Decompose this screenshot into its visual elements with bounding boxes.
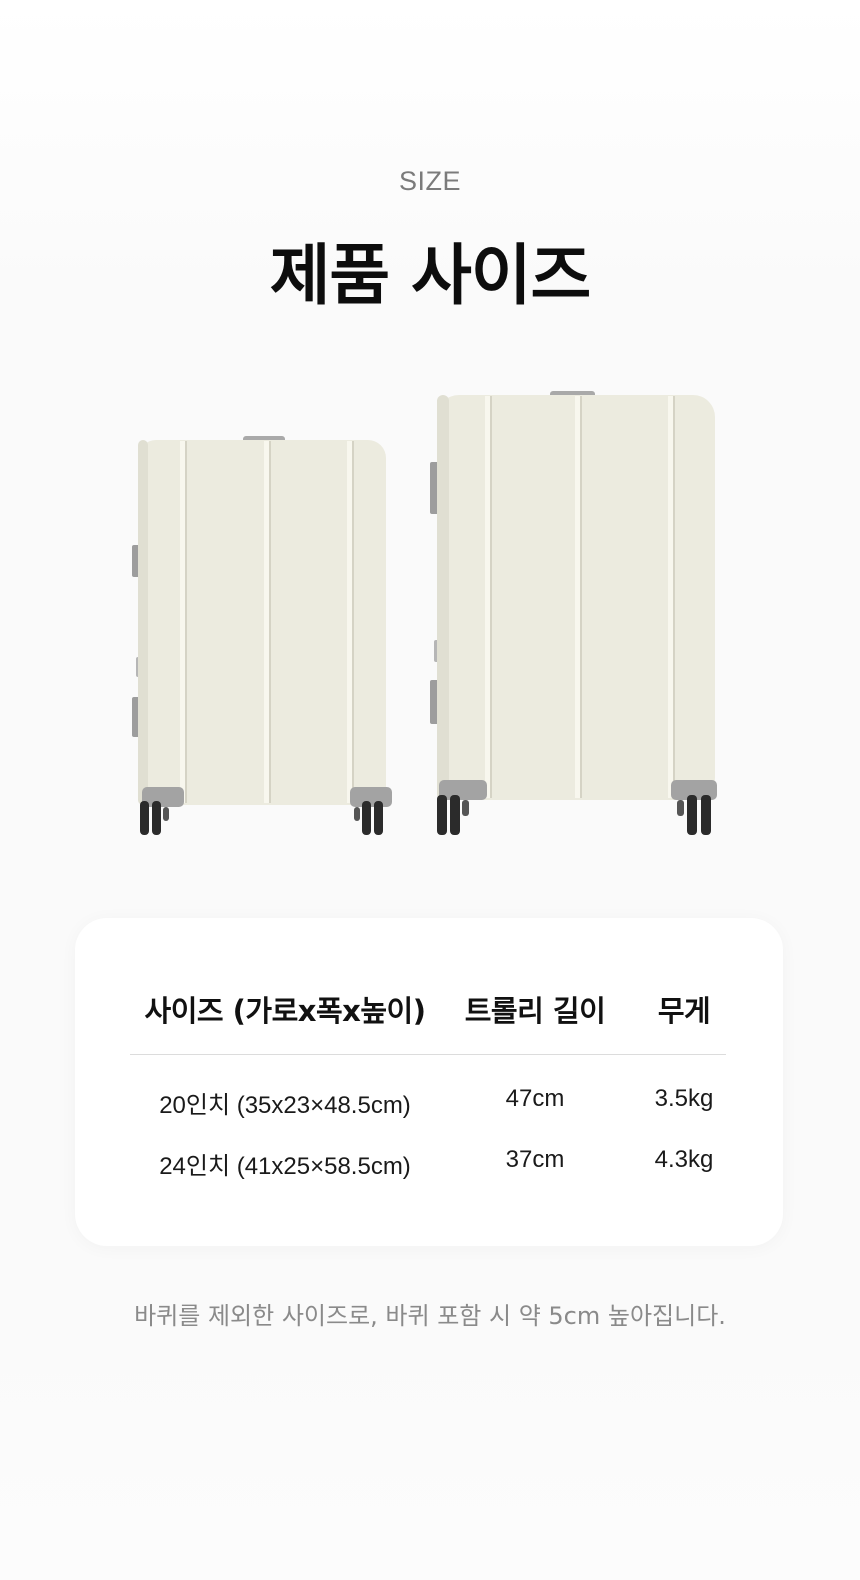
suitcase-20-inch-image [132, 436, 392, 835]
wheel-size-note: 바퀴를 제외한 사이즈로, 바퀴 포함 시 약 5cm 높아집니다. [134, 1302, 726, 1330]
suitcase-24-inch-image [430, 391, 717, 835]
column-header-trolley-length: 트롤리 길이 [464, 994, 606, 1028]
eyebrow-label: SIZE [398, 166, 461, 196]
table-row: 20인치 (35x23×48.5cm) 47cm 3.5kg [130, 1085, 728, 1119]
cell-size: 20인치 (35x23×48.5cm) [159, 1092, 411, 1119]
cell-weight: 3.5kg [654, 1085, 714, 1112]
column-header-size: 사이즈 (가로x폭x높이) [144, 994, 426, 1028]
table-header: 사이즈 (가로x폭x높이) 트롤리 길이 무게 [130, 988, 728, 1028]
cell-size: 24인치 (41x25×58.5cm) [159, 1153, 411, 1180]
table-row: 24인치 (41x25×58.5cm) 37cm 4.3kg [130, 1146, 728, 1180]
table-divider [130, 1054, 726, 1055]
column-header-weight: 무게 [657, 994, 711, 1028]
page-title: 제품 사이즈 [269, 237, 592, 314]
size-spec-card: 사이즈 (가로x폭x높이) 트롤리 길이 무게 20인치 (35x23×48.5… [75, 918, 783, 1246]
cell-trolley-length: 47cm [505, 1085, 565, 1112]
cell-weight: 4.3kg [654, 1146, 714, 1173]
suitcase-images [0, 385, 860, 855]
cell-trolley-length: 37cm [505, 1146, 565, 1173]
